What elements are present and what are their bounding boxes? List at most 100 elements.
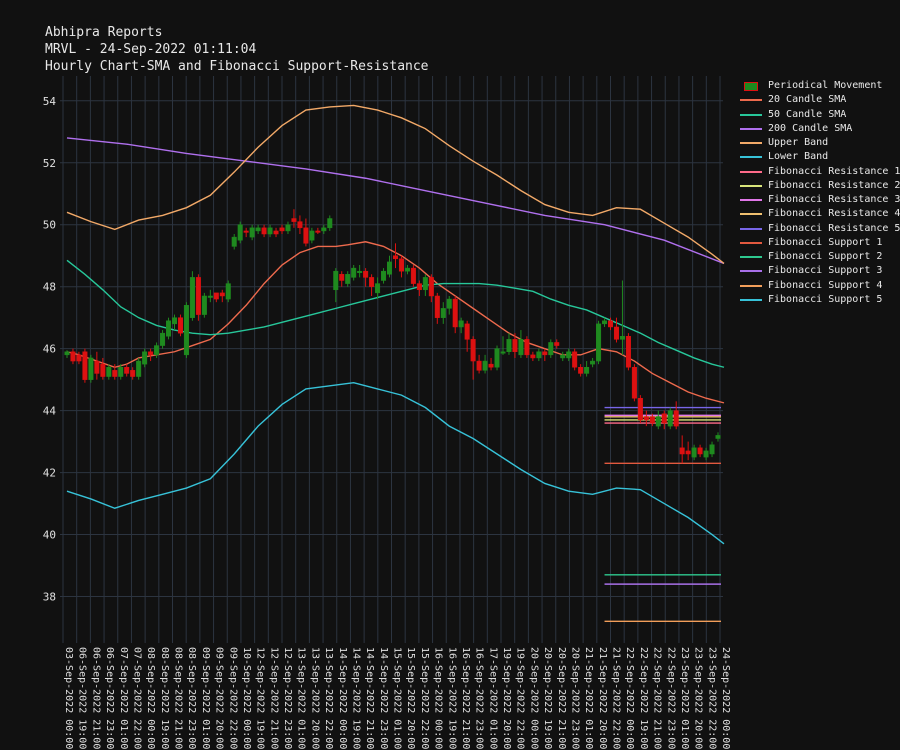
- y-tick-label: 50: [43, 219, 56, 232]
- candle-body: [70, 351, 76, 362]
- candle-body: [309, 230, 315, 241]
- legend-swatch: [740, 213, 762, 216]
- candle-body: [494, 348, 500, 368]
- x-tick-label: 23-Sep-2022 01:00: [679, 647, 690, 749]
- x-tick-label: 09-Sep-2022 20:00: [214, 647, 225, 749]
- candle-body: [661, 413, 667, 424]
- legend-swatch: [740, 127, 762, 130]
- candle-body: [177, 317, 183, 334]
- legend-swatch: [744, 81, 758, 91]
- x-tick-label: 22-Sep-2022 21:00: [652, 647, 663, 749]
- legend-label: Fibonacci Resistance 1: [768, 165, 900, 177]
- candle-body: [76, 354, 82, 362]
- chart-legend: Periodical Movement 20 Candle SMA 50 Candl…: [740, 79, 900, 307]
- candle-body: [351, 267, 357, 278]
- legend-label: Fibonacci Resistance 2: [768, 179, 900, 191]
- legend-item: Fibonacci Support 1: [740, 236, 900, 250]
- x-tick-label: 14-Sep-2022 19:00: [350, 647, 361, 749]
- y-tick-label: 42: [43, 467, 56, 480]
- x-tick-label: 17-Sep-2022 01:00: [487, 647, 498, 749]
- legend-swatch: [740, 99, 762, 102]
- candle-body: [387, 261, 393, 275]
- x-tick-label: 23-Sep-2022 22:00: [706, 647, 717, 749]
- x-tick-label: 12-Sep-2022 23:00: [282, 647, 293, 749]
- candle-body: [183, 305, 189, 356]
- legend-swatch: [740, 156, 762, 159]
- candle-body: [273, 230, 279, 235]
- candle-body: [464, 323, 470, 340]
- candle-body: [118, 366, 124, 377]
- legend-label: Periodical Movement: [768, 80, 883, 91]
- x-tick-label: 16-Sep-2022 23:00: [474, 647, 485, 749]
- candle-body: [512, 339, 518, 353]
- x-tick-label: 13-Sep-2022 22:00: [323, 647, 334, 749]
- x-tick-label: 21-Sep-2022 20:00: [597, 647, 608, 749]
- candle-body: [500, 351, 506, 354]
- candle-body: [631, 366, 637, 399]
- legend-item: 200 Candle SMA: [740, 122, 900, 136]
- x-tick-label: 08-Sep-2022 00:00: [145, 647, 156, 749]
- candle-body: [237, 224, 243, 241]
- series-line: [66, 259, 725, 368]
- candle-body: [267, 227, 273, 235]
- legend-label: Fibonacci Support 3: [768, 265, 883, 277]
- x-tick-label: 22-Sep-2022 00:00: [624, 647, 635, 749]
- candle-body: [596, 323, 602, 362]
- x-tick-label: 20-Sep-2022 00:00: [528, 647, 539, 749]
- legend-item: Fibonacci Support 5: [740, 293, 900, 307]
- candle-body: [213, 292, 219, 300]
- candle-body: [506, 339, 512, 353]
- candle-body: [536, 351, 542, 359]
- legend-swatch: [740, 199, 762, 202]
- candle-body: [578, 366, 584, 374]
- x-tick-label: 12-Sep-2022 19:00: [255, 647, 266, 749]
- candle-body: [625, 336, 631, 368]
- candle-body: [404, 267, 410, 272]
- candle-body: [452, 298, 458, 328]
- candle-body: [315, 230, 321, 233]
- legend-item: Fibonacci Resistance 1: [740, 165, 900, 179]
- legend-item: Fibonacci Resistance 3: [740, 193, 900, 207]
- legend-swatch: [740, 142, 762, 145]
- x-tick-label: 08-Sep-2022 23:00: [186, 647, 197, 749]
- candle-body: [381, 270, 387, 281]
- candle-body: [649, 416, 655, 424]
- legend-swatch: [740, 184, 762, 187]
- legend-label: Fibonacci Support 5: [768, 293, 883, 305]
- x-tick-label: 16-Sep-2022 00:00: [433, 647, 444, 749]
- legend-item: Fibonacci Support 3: [740, 264, 900, 278]
- candle-body: [219, 292, 225, 297]
- legend-swatch: [740, 298, 762, 301]
- legend-label: Fibonacci Resistance 3: [768, 194, 900, 205]
- candle-body: [291, 218, 297, 222]
- candle-body: [106, 366, 112, 377]
- candle-body: [542, 351, 548, 356]
- candle-body: [207, 295, 213, 298]
- candle-body: [201, 295, 207, 315]
- legend-item: Periodical Movement: [740, 79, 900, 93]
- x-tick-label: 19-Sep-2022 22:00: [515, 647, 526, 749]
- legend-swatch: [740, 256, 762, 259]
- y-tick-label: 44: [43, 405, 57, 418]
- y-tick-label: 54: [43, 95, 57, 108]
- candle-body: [231, 236, 237, 247]
- candle-body: [166, 320, 172, 337]
- legend-item: Upper Band: [740, 136, 900, 150]
- y-tick-label: 52: [43, 157, 56, 170]
- candle-body: [100, 363, 106, 377]
- x-tick-label: 12-Sep-2022 21:00: [268, 647, 279, 749]
- x-tick-label: 24-Sep-2022 00:00: [720, 647, 731, 749]
- candle-body: [225, 283, 231, 300]
- x-tick-label: 21-Sep-2022 01:00: [583, 647, 594, 749]
- legend-label: Fibonacci Resistance 4: [768, 208, 900, 220]
- candle-body: [458, 320, 464, 328]
- legend-label: Upper Band: [768, 137, 829, 148]
- legend-label: Fibonacci Support 2: [768, 251, 883, 262]
- candle-body: [697, 447, 703, 455]
- candle-body: [476, 360, 482, 371]
- candle-body: [285, 224, 291, 232]
- y-tick-label: 48: [43, 281, 56, 294]
- candle-body: [261, 227, 267, 235]
- candle-body: [392, 255, 398, 260]
- candle-body: [416, 283, 422, 291]
